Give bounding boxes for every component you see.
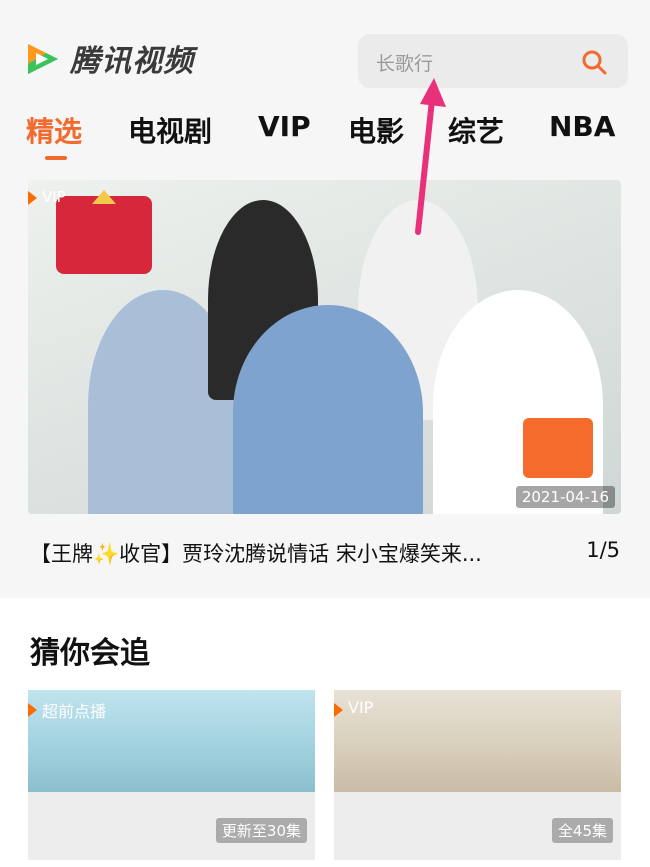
- page-indicator: 1/5: [586, 538, 620, 562]
- tab-tv-series[interactable]: 电视剧: [128, 110, 212, 150]
- top-bar: 腾讯视频 长歌行: [0, 0, 650, 100]
- card-status: 更新至30集: [215, 818, 307, 843]
- tab-variety[interactable]: 综艺: [448, 110, 504, 150]
- vip-badge: VIP: [28, 186, 74, 208]
- live-stamp-icon: [523, 418, 593, 478]
- active-tab-indicator: [45, 156, 67, 160]
- recommendation-card[interactable]: VIP 全45集: [334, 690, 621, 860]
- section-title: 猜你会追: [30, 636, 150, 671]
- tab-movies[interactable]: 电影: [348, 110, 404, 150]
- section-divider: [0, 598, 650, 616]
- featured-banner-image[interactable]: VIP 2021-04-16: [28, 180, 621, 514]
- category-tabs: 精选 电视剧 VIP 电影 综艺 NBA: [0, 100, 650, 170]
- search-placeholder: 长歌行: [376, 53, 434, 75]
- person-figure: [233, 305, 423, 514]
- brand-name: 腾讯视频: [70, 44, 194, 79]
- card-badge: 超前点播: [28, 698, 112, 722]
- search-icon[interactable]: [580, 48, 608, 76]
- date-badge: 2021-04-16: [515, 486, 615, 508]
- tab-nba[interactable]: NBA: [549, 110, 615, 143]
- card-badge: VIP: [334, 698, 379, 717]
- banner-caption[interactable]: 【王牌✨收官】贾玲沈腾说情话 宋小宝爆笑来...: [30, 538, 570, 568]
- tab-vip[interactable]: VIP: [258, 110, 311, 143]
- tab-featured[interactable]: 精选: [26, 110, 82, 150]
- recommendation-card[interactable]: 超前点播 更新至30集: [28, 690, 315, 860]
- featured-banner-section: VIP 2021-04-16 【王牌✨收官】贾玲沈腾说情话 宋小宝爆笑来... …: [0, 170, 650, 598]
- tencent-video-logo-icon[interactable]: [22, 38, 64, 80]
- card-status: 全45集: [551, 818, 613, 843]
- person-figure: [433, 290, 603, 514]
- search-bar[interactable]: 长歌行: [358, 34, 628, 88]
